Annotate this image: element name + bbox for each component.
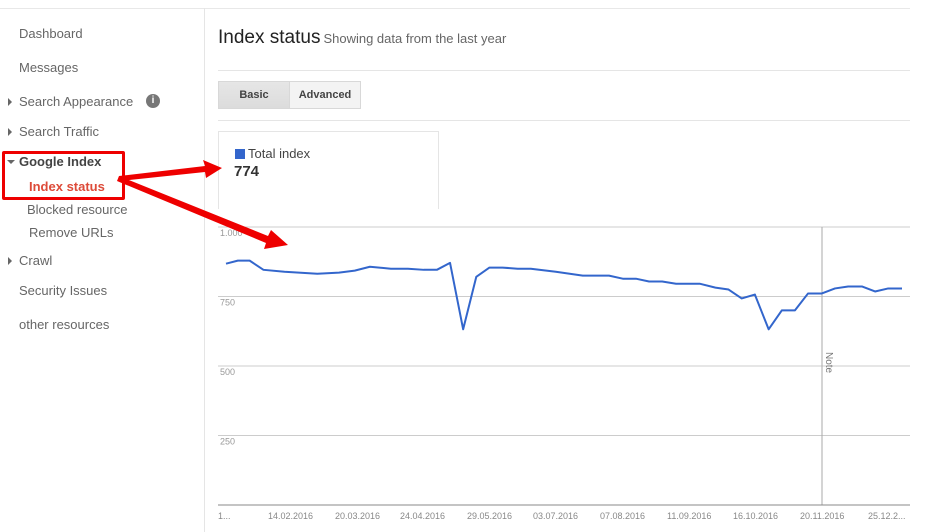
data-point[interactable] <box>871 287 879 295</box>
x-tick-label: 24.04.2016 <box>400 511 445 521</box>
data-point[interactable] <box>335 269 343 277</box>
data-point[interactable] <box>778 306 786 314</box>
x-tick-label: 25.12.2... <box>868 511 906 521</box>
data-point[interactable] <box>605 272 613 280</box>
data-point[interactable] <box>366 263 374 271</box>
data-point[interactable] <box>884 284 892 292</box>
data-point[interactable] <box>446 259 454 267</box>
index-chart: 1.000750500250 Note 1... 14.02.2016 20.03.… <box>117 160 910 521</box>
data-point[interactable] <box>658 277 666 285</box>
data-point[interactable] <box>514 265 522 273</box>
y-tick-label: 500 <box>220 367 235 377</box>
data-point[interactable] <box>313 270 321 278</box>
data-point[interactable] <box>485 264 493 272</box>
data-point[interactable] <box>579 272 587 280</box>
data-point[interactable] <box>831 284 839 292</box>
data-point[interactable] <box>280 268 288 276</box>
x-tick-label: 29.05.2016 <box>467 511 512 521</box>
data-point[interactable] <box>552 268 560 276</box>
data-point[interactable] <box>246 257 254 265</box>
annotation-arrow <box>119 160 222 181</box>
data-point[interactable] <box>818 289 826 297</box>
x-tick-label: 14.02.2016 <box>268 511 313 521</box>
data-point[interactable] <box>420 266 428 274</box>
data-point[interactable] <box>791 306 799 314</box>
x-tick-label: 1... <box>218 511 231 521</box>
data-point[interactable] <box>632 275 640 283</box>
data-point[interactable] <box>459 325 467 333</box>
y-tick-label: 750 <box>220 298 235 308</box>
y-tick-label: 250 <box>220 437 235 447</box>
data-point[interactable] <box>472 273 480 281</box>
x-tick-label: 20.11.2016 <box>800 511 844 521</box>
data-point[interactable] <box>858 282 866 290</box>
data-point[interactable] <box>696 280 704 288</box>
data-point[interactable] <box>404 265 412 273</box>
data-point[interactable] <box>725 286 733 294</box>
data-point[interactable] <box>222 260 230 268</box>
data-point[interactable] <box>259 266 267 274</box>
data-point[interactable] <box>351 267 359 275</box>
data-point[interactable] <box>619 275 627 283</box>
data-point[interactable] <box>234 257 242 265</box>
note-label[interactable]: Note <box>823 352 834 374</box>
data-point[interactable] <box>765 325 773 333</box>
x-tick-label: 11.09.2016 <box>667 511 711 521</box>
data-point[interactable] <box>433 266 441 274</box>
data-point[interactable] <box>499 264 507 272</box>
series-line-total-index <box>225 259 902 331</box>
data-point[interactable] <box>738 294 746 302</box>
x-tick-label: 03.07.2016 <box>533 511 578 521</box>
x-tick-label: 16.10.2016 <box>733 511 778 521</box>
data-point[interactable] <box>527 265 535 273</box>
data-point[interactable] <box>898 284 906 292</box>
data-point[interactable] <box>387 265 395 273</box>
x-tick-label: 07.08.2016 <box>600 511 645 521</box>
x-tick-label: 20.03.2016 <box>335 511 380 521</box>
data-point[interactable] <box>711 284 719 292</box>
data-point[interactable] <box>751 291 759 299</box>
data-point[interactable] <box>804 289 812 297</box>
data-point[interactable] <box>844 282 852 290</box>
data-point[interactable] <box>645 277 653 285</box>
annotation-arrow <box>117 176 288 249</box>
annotation-arrows <box>117 160 288 249</box>
data-point[interactable] <box>672 280 680 288</box>
